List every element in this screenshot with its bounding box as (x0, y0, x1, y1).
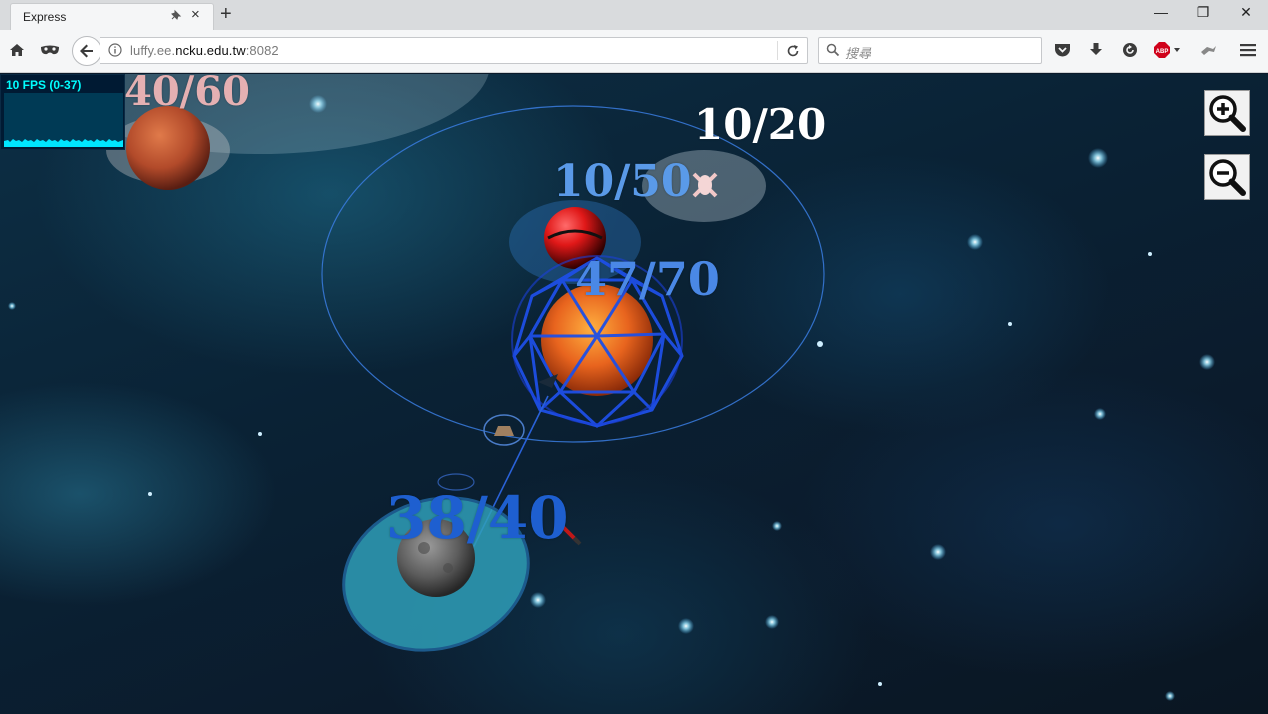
game-viewport[interactable]: 40/60 10/20 10/50 47/70 38/40 10 FPS (0-… (0, 74, 1268, 714)
close-tab-icon[interactable]: × (191, 7, 200, 23)
search-icon (826, 43, 840, 57)
fps-graph (4, 93, 123, 147)
planet-label-10-50: 10/50 (553, 156, 692, 207)
planet-label-10-20: 10/20 (694, 100, 827, 149)
planet-label-47-70: 47/70 (575, 252, 720, 306)
window-close-button[interactable]: ✕ (1236, 4, 1256, 20)
planet-label-40-60: 40/60 (124, 74, 250, 115)
reload-icon[interactable] (786, 44, 800, 58)
browser-tab[interactable]: Express × (10, 3, 214, 30)
planet-40-60[interactable] (126, 106, 210, 190)
browser-nav-bar: luffy.ee.ncku.edu.tw:8082 搜尋 ABP (0, 30, 1268, 73)
private-mask-icon[interactable] (40, 40, 60, 60)
abp-label: ABP (1156, 49, 1169, 55)
info-icon[interactable] (108, 43, 122, 57)
browser-tab-bar: Express × + — ❐ ✕ (0, 0, 1268, 30)
back-button[interactable] (72, 36, 102, 66)
ship-on-orbit[interactable] (483, 414, 525, 446)
sync-icon[interactable] (1120, 40, 1140, 60)
url-separator (777, 41, 778, 60)
extension-icon[interactable] (1198, 40, 1218, 60)
fps-text: 10 FPS (0-37) (6, 78, 82, 92)
pin-icon[interactable] (169, 8, 183, 22)
adblock-plus-icon[interactable]: ABP (1153, 40, 1183, 60)
pocket-icon[interactable] (1052, 40, 1072, 60)
hamburger-menu-icon[interactable] (1238, 40, 1258, 60)
download-icon[interactable] (1086, 40, 1106, 60)
search-placeholder: 搜尋 (845, 46, 872, 61)
search-bar[interactable]: 搜尋 (818, 37, 1042, 64)
new-tab-button[interactable]: + (220, 3, 232, 25)
tab-title: Express (23, 10, 67, 24)
home-icon[interactable] (7, 40, 27, 60)
zoom-out-button[interactable] (1204, 154, 1250, 200)
restore-button[interactable]: ❐ (1193, 4, 1213, 20)
zoom-in-button[interactable] (1204, 90, 1250, 136)
back-arrow-icon (80, 44, 93, 58)
minimize-button[interactable]: — (1151, 4, 1171, 20)
planet-label-38-40: 38/40 (386, 484, 569, 552)
fps-meter[interactable]: 10 FPS (0-37) (0, 74, 125, 150)
address-bar[interactable]: luffy.ee.ncku.edu.tw:8082 (100, 37, 808, 64)
dark-ship[interactable] (538, 374, 558, 388)
zoom-in-icon (1209, 95, 1246, 132)
url-text[interactable]: luffy.ee.ncku.edu.tw:8082 (130, 43, 279, 58)
zoom-out-icon (1209, 159, 1246, 196)
